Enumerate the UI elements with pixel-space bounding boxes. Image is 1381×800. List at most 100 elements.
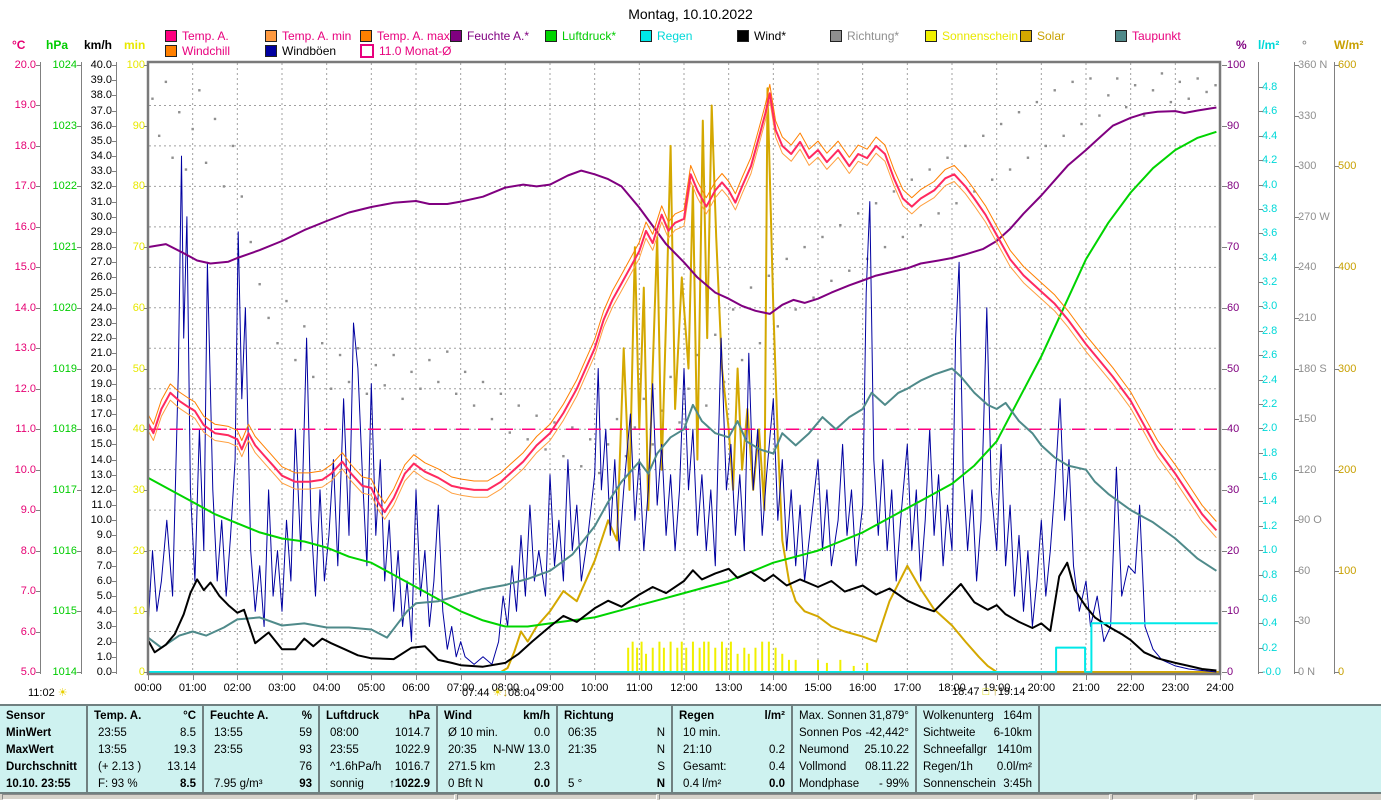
cell-label: 23:55 [330, 744, 359, 756]
cell-label: 271.5 km [448, 761, 496, 773]
x-axis-label: 17:00 [893, 682, 922, 694]
cell-value: S [657, 761, 665, 773]
series-direction-dot [553, 421, 556, 424]
table-column-sensor: Sensor MinWert MaxWert Durchschnitt 10.10. 2… [0, 706, 88, 792]
x-axis-label: 04:00 [312, 682, 341, 694]
header-label: Sensor [6, 710, 45, 722]
table-cell: ^1.6hPa/h 1016.7 [320, 759, 436, 776]
series-temp-max [147, 83, 1217, 522]
cell-label: Gesamt: [683, 761, 727, 773]
first-sun-time: 08:04 [507, 687, 536, 699]
series-direction-dot [839, 223, 842, 227]
series-direction-dot [446, 350, 449, 353]
cell-label: 21:35 [568, 744, 597, 756]
cell-label: 5 ° [568, 778, 583, 790]
x-axis-label: 06:00 [402, 682, 430, 694]
status-bar-segment [2, 794, 455, 800]
table-column-wind: Wind km/h Ø 10 min. 0.0 20:35 N-NW 13.0 271.5 … [438, 706, 558, 792]
cell-value: N-NW 13.0 [493, 744, 550, 756]
column-unit: hPa [408, 710, 430, 722]
column-header: Feuchte A. [210, 710, 269, 722]
series-direction-dot [213, 117, 217, 121]
series-direction-dot [1125, 105, 1128, 109]
series-direction-dot [678, 421, 681, 424]
x-axis-label: 24:00 [1206, 682, 1234, 694]
cell-value: 1022.9 [394, 744, 430, 756]
series-direction-dot [937, 212, 940, 215]
series-direction-dot [1062, 134, 1065, 138]
series-direction-dot [463, 370, 467, 374]
table-info-cell: Vollmond 08.11.22 [793, 759, 915, 776]
column-header: Regen [679, 710, 715, 722]
x-axis-tick [1220, 674, 1221, 680]
table-row-label: Durchschnitt [0, 759, 86, 776]
column-unit: km/h [523, 710, 550, 722]
cell-label: 21:10 [683, 744, 712, 756]
x-axis-tick [148, 674, 149, 680]
table-row-label: 10.10. 23:55 [0, 776, 86, 793]
series-direction-dot [258, 282, 261, 286]
x-axis-tick [192, 674, 194, 680]
table-header: Luftdruck hPa [320, 708, 436, 725]
cell-value: 93 [299, 744, 312, 756]
series-direction-dot [1089, 77, 1092, 80]
series-direction-dot [303, 325, 306, 328]
info-value: 164m [1003, 710, 1032, 722]
column-header: Temp. A. [94, 710, 142, 722]
x-axis-tick [1175, 674, 1177, 680]
series-direction-dot [857, 212, 860, 215]
series-direction-dot [191, 127, 194, 131]
sunset-time: 19:14 [997, 686, 1026, 698]
info-value: 25.10.22 [864, 744, 909, 756]
cell-label: 06:35 [568, 727, 597, 739]
table-info-cell: Sonnenschein 3:45h [917, 776, 1038, 793]
series-direction-dot [883, 245, 887, 249]
series-direction-dot [1116, 77, 1119, 80]
x-axis-tick [326, 674, 328, 680]
x-axis-label: 13:00 [714, 682, 743, 694]
series-direction-dot [767, 274, 771, 277]
table-info-cell: Schneefallgr 1410m [917, 742, 1038, 759]
row-label: MaxWert [6, 744, 54, 756]
series-rain [148, 622, 1218, 673]
table-header: Wind km/h [438, 708, 556, 725]
series-direction-dot [812, 296, 815, 299]
table-cell: 5 ° N [558, 776, 671, 793]
table-cell: 08:00 1014.7 [320, 725, 436, 742]
x-axis-tick [550, 674, 551, 680]
series-direction-dot [267, 316, 270, 320]
series-direction-dot [356, 347, 360, 350]
series-direction-dot [803, 245, 806, 249]
info-value: -42,442° [865, 727, 909, 739]
x-axis-tick [952, 674, 953, 680]
table-header: Regen l/m² [673, 708, 791, 725]
cell-label: 23:55 [98, 727, 127, 739]
info-label: Regen/1h [923, 761, 973, 773]
x-axis-label: 09:00 [536, 682, 564, 694]
series-direction-dot [312, 375, 315, 379]
series-direction-dot [687, 387, 690, 390]
column-unit: % [301, 710, 312, 722]
x-axis-tick [460, 674, 462, 680]
x-axis-tick [1130, 674, 1132, 680]
series-direction-dot [946, 156, 949, 159]
series-direction-dot [392, 353, 395, 357]
table-row-label: MinWert [0, 725, 86, 742]
series-direction-dot [749, 286, 753, 289]
sun-icon: ☀ [57, 687, 68, 699]
series-direction-dot [991, 178, 994, 181]
series-direction-dot [910, 178, 913, 181]
table-header-sensor: Sensor [0, 708, 86, 725]
x-axis-tick [684, 674, 685, 680]
statistics-table: Sensor MinWert MaxWert Durchschnitt 10.10. 2… [0, 704, 1381, 794]
day-length: 11:02 ☀ [28, 686, 68, 699]
column-unit: °C [183, 710, 196, 722]
series-direction-dot [347, 380, 351, 384]
x-axis-label: 11:00 [625, 682, 653, 694]
table-column-info: Max. Sonnen 31,879° Sonnen Pos -42,442° Neum… [793, 706, 917, 792]
x-axis-tick [996, 674, 998, 680]
series-direction-dot [338, 353, 342, 357]
table-cell: 13:55 59 [204, 725, 318, 742]
x-axis-label: 01:00 [178, 682, 207, 694]
series-direction-dot [1017, 111, 1021, 114]
